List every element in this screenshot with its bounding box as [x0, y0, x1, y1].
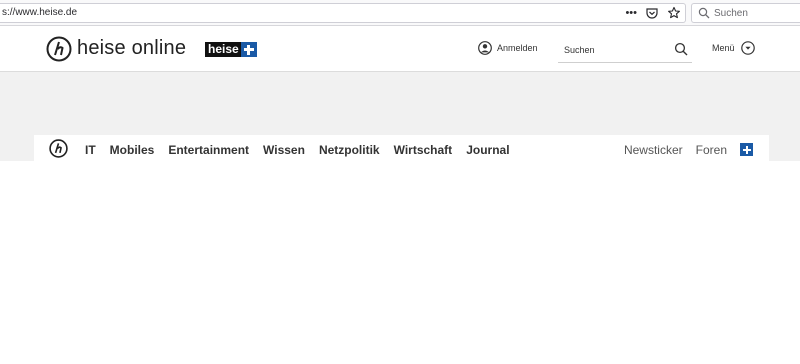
- pocket-icon[interactable]: [645, 6, 659, 20]
- nav-item-wirtschaft[interactable]: Wirtschaft: [394, 143, 453, 157]
- chevron-down-icon: [740, 41, 755, 55]
- nav-item-foren[interactable]: Foren: [696, 143, 727, 157]
- nav-item-journal[interactable]: Journal: [466, 143, 509, 157]
- nav-items: IT Mobiles Entertainment Wissen Netzpoli…: [85, 143, 510, 157]
- nav-item-netzpolitik[interactable]: Netzpolitik: [319, 143, 380, 157]
- nav-right-items: Newsticker Foren: [624, 143, 753, 157]
- url-bar[interactable]: s://www.heise.de •••: [0, 3, 686, 23]
- site-search-placeholder: Suchen: [564, 45, 595, 55]
- login-label: Anmelden: [497, 43, 538, 53]
- main-content: [0, 161, 800, 364]
- page-actions: •••: [625, 6, 681, 20]
- nav-item-newsticker[interactable]: Newsticker: [624, 143, 683, 157]
- bookmark-star-icon[interactable]: [667, 6, 681, 20]
- plus-badge-word: heise: [205, 42, 241, 57]
- nav-item-mobiles[interactable]: Mobiles: [110, 143, 155, 157]
- browser-search-field[interactable]: Suchen: [691, 3, 800, 23]
- more-dots-icon[interactable]: •••: [625, 6, 637, 20]
- url-text: s://www.heise.de: [2, 7, 78, 18]
- site-header: heise online heise Anmelden Suchen Menü: [0, 26, 800, 72]
- nav-item-it[interactable]: IT: [85, 143, 96, 157]
- search-icon[interactable]: [674, 42, 688, 56]
- nav-item-entertainment[interactable]: Entertainment: [168, 143, 249, 157]
- browser-search-placeholder: Suchen: [714, 8, 748, 19]
- menu-label: Menü: [712, 43, 735, 53]
- site-logo-text[interactable]: heise online: [77, 37, 186, 60]
- nav-item-wissen[interactable]: Wissen: [263, 143, 305, 157]
- user-icon: [478, 41, 492, 55]
- section-nav-bar: IT Mobiles Entertainment Wissen Netzpoli…: [34, 135, 769, 161]
- plus-icon: [240, 42, 257, 57]
- site-search-field[interactable]: Suchen: [558, 36, 692, 63]
- login-button[interactable]: Anmelden: [478, 41, 538, 55]
- heise-plus-badge[interactable]: heise: [205, 42, 257, 57]
- heise-logo-icon[interactable]: [46, 36, 72, 62]
- browser-toolbar: s://www.heise.de ••• Suchen: [0, 0, 800, 26]
- menu-button[interactable]: Menü: [712, 41, 755, 55]
- search-icon: [698, 7, 710, 19]
- heise-logo-icon[interactable]: [49, 139, 68, 158]
- heise-plus-icon[interactable]: [740, 143, 753, 156]
